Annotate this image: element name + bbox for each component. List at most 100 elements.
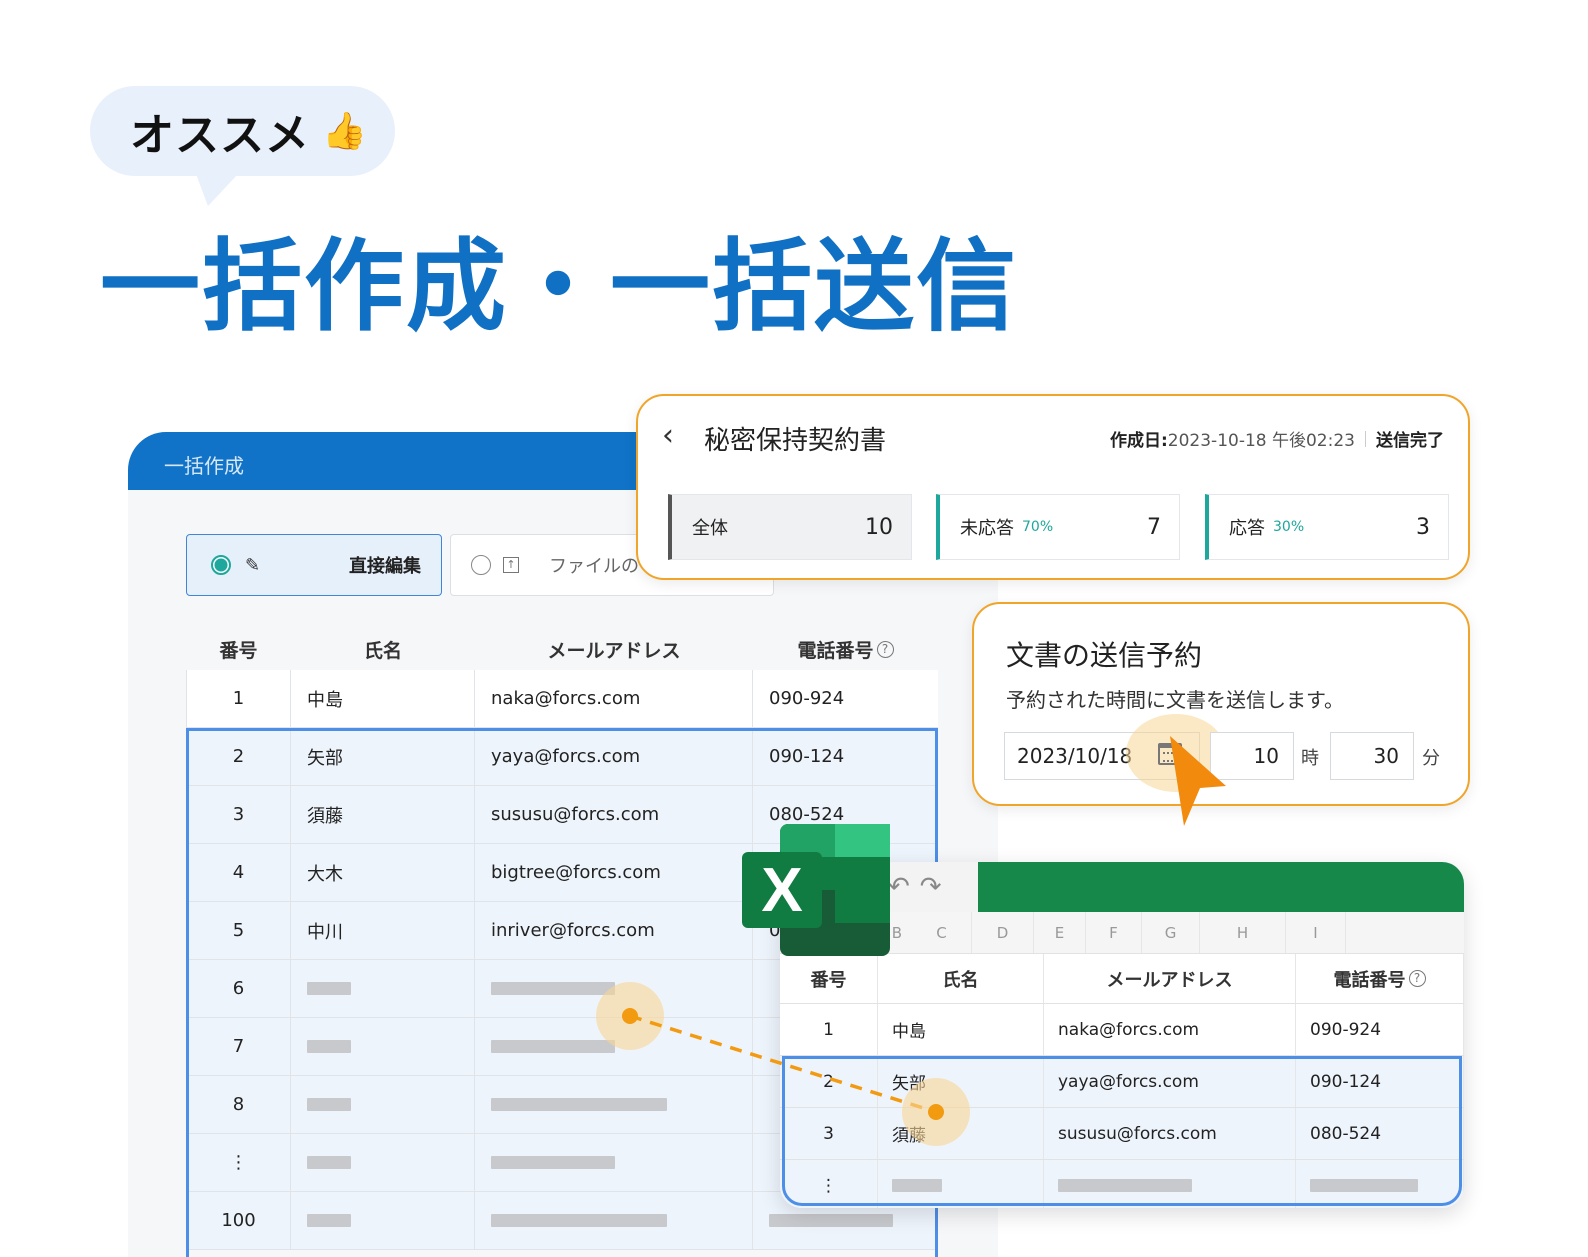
hour-value: 10 <box>1253 744 1279 768</box>
cell-email[interactable] <box>475 1192 753 1249</box>
table-row[interactable]: 1 中島 naka@forcs.com 090-924 <box>780 1004 1464 1056</box>
cell-name[interactable] <box>291 1192 475 1249</box>
cell-email[interactable]: yaya@forcs.com <box>475 728 753 785</box>
col-letter[interactable]: H <box>1200 912 1286 953</box>
col-header-name: 氏名 <box>878 954 1044 1003</box>
cell-email[interactable]: sususu@forcs.com <box>475 786 753 843</box>
headline: 一括作成・一括送信 <box>100 228 1018 345</box>
cell-email[interactable]: bigtree@forcs.com <box>475 844 753 901</box>
cell-no: 6 <box>186 960 291 1017</box>
cell-phone[interactable]: 090-924 <box>1296 1004 1464 1055</box>
cell-email[interactable] <box>475 1076 753 1133</box>
cell-name[interactable]: 須藤 <box>291 786 475 843</box>
cell-phone[interactable] <box>1296 1160 1464 1208</box>
col-letter[interactable]: E <box>1034 912 1086 953</box>
cell-email[interactable]: inriver@forcs.com <box>475 902 753 959</box>
file-upload-label: ファイルの <box>549 556 639 577</box>
document-meta: 作成日: 2023-10-18 午後02:23 送信完了 <box>1110 426 1444 451</box>
table-row[interactable]: 2 矢部 yaya@forcs.com 090-124 <box>186 728 938 786</box>
table-row[interactable]: ⋮ <box>780 1160 1464 1208</box>
table-row[interactable]: 2 矢部 yaya@forcs.com 090-124 <box>780 1056 1464 1108</box>
cell-name[interactable]: 矢部 <box>291 728 475 785</box>
excel-table-header: 番号 氏名 メールアドレス 電話番号 ? <box>780 954 1464 1004</box>
cell-name[interactable]: 中島 <box>878 1004 1044 1055</box>
schedule-title: 文書の送信予約 <box>1006 639 1203 672</box>
minute-value: 30 <box>1373 744 1399 768</box>
cell-name[interactable] <box>291 1076 475 1133</box>
col-letter[interactable]: F <box>1086 912 1142 953</box>
col-header-phone-label: 電話番号 <box>797 639 874 662</box>
direct-edit-label: 直接編集 <box>349 556 421 577</box>
table-row[interactable]: 3 須藤 sususu@forcs.com 080-524 <box>780 1108 1464 1160</box>
cell-no: 8 <box>186 1076 291 1133</box>
cell-name[interactable] <box>291 1018 475 1075</box>
thumbs-up-icon: 👍 <box>322 111 367 152</box>
radio-unselected-icon[interactable] <box>471 555 491 575</box>
cell-name[interactable]: 矢部 <box>878 1056 1044 1107</box>
cell-phone[interactable]: 090-124 <box>753 728 938 785</box>
placeholder-bar <box>1058 1179 1192 1192</box>
cell-no: ⋮ <box>186 1134 291 1191</box>
radio-selected-icon[interactable] <box>211 555 231 575</box>
placeholder-bar <box>491 1156 615 1169</box>
cell-no: 2 <box>780 1056 878 1107</box>
col-letter[interactable]: C <box>912 912 972 953</box>
cell-name[interactable] <box>291 960 475 1017</box>
cell-name[interactable]: 中島 <box>291 670 475 727</box>
cell-no: 3 <box>780 1108 878 1159</box>
cell-no: 5 <box>186 902 291 959</box>
cell-name[interactable]: 大木 <box>291 844 475 901</box>
recommend-badge: オススメ 👍 <box>90 86 395 206</box>
table-row[interactable]: 1 中島 naka@forcs.com 090-924 <box>186 670 938 728</box>
help-icon[interactable]: ? <box>1408 970 1426 987</box>
stat-answered[interactable]: 応答 30% 3 <box>1205 494 1449 560</box>
cell-email[interactable]: naka@forcs.com <box>1044 1004 1296 1055</box>
cell-email[interactable]: naka@forcs.com <box>475 670 753 727</box>
col-header-email: メールアドレス <box>547 639 681 662</box>
cell-phone[interactable]: 080-524 <box>1296 1108 1464 1159</box>
minute-input[interactable]: 30 <box>1330 732 1414 780</box>
stat-unanswered[interactable]: 未応答 70% 7 <box>936 494 1180 560</box>
col-letter[interactable]: I <box>1286 912 1346 953</box>
cell-name[interactable] <box>291 1134 475 1191</box>
col-header-email: メールアドレス <box>1044 954 1296 1003</box>
cell-phone[interactable]: 090-924 <box>753 670 938 727</box>
cell-email[interactable]: yaya@forcs.com <box>1044 1056 1296 1107</box>
minute-unit: 分 <box>1422 748 1440 769</box>
stat-total[interactable]: 全体 10 <box>668 494 912 560</box>
badge-text: オススメ <box>130 110 310 161</box>
col-header-phone: 電話番号 ? <box>1296 954 1464 1003</box>
placeholder-bar <box>769 1214 893 1227</box>
cell-name[interactable] <box>878 1160 1044 1208</box>
stat-label: 未応答 <box>960 518 1014 539</box>
placeholder-bar <box>307 1040 351 1053</box>
status-text: 送信完了 <box>1376 431 1444 451</box>
placeholder-bar <box>307 982 351 995</box>
cell-email[interactable]: sususu@forcs.com <box>1044 1108 1296 1159</box>
cell-no: 2 <box>186 728 291 785</box>
schedule-subtitle: 予約された時間に文書を送信します。 <box>1006 688 1344 712</box>
stat-percent: 30% <box>1273 519 1305 535</box>
col-letter[interactable]: G <box>1142 912 1200 953</box>
direct-edit-option[interactable]: ✎ 直接編集 <box>186 534 442 596</box>
cell-email[interactable] <box>1044 1160 1296 1208</box>
cell-name[interactable]: 中川 <box>291 902 475 959</box>
cell-email[interactable] <box>475 960 753 1017</box>
placeholder-bar <box>1310 1179 1418 1192</box>
stat-value: 3 <box>1416 514 1430 540</box>
col-header-phone-label: 電話番号 <box>1333 969 1406 991</box>
stat-label: 応答 <box>1229 518 1265 539</box>
placeholder-bar <box>491 1098 667 1111</box>
cell-email[interactable] <box>475 1018 753 1075</box>
col-letter[interactable]: D <box>972 912 1034 953</box>
cell-no: 100 <box>186 1192 291 1249</box>
stat-value: 7 <box>1147 514 1161 540</box>
placeholder-bar <box>307 1098 351 1111</box>
back-chevron-icon[interactable]: ‹ <box>662 418 674 453</box>
cell-email[interactable] <box>475 1134 753 1191</box>
redo-icon[interactable]: ↷ <box>920 872 942 902</box>
cell-phone[interactable]: 090-124 <box>1296 1056 1464 1107</box>
help-icon[interactable]: ? <box>876 640 894 658</box>
cell-name[interactable]: 須藤 <box>878 1108 1044 1159</box>
col-header-no: 番号 <box>219 639 258 662</box>
